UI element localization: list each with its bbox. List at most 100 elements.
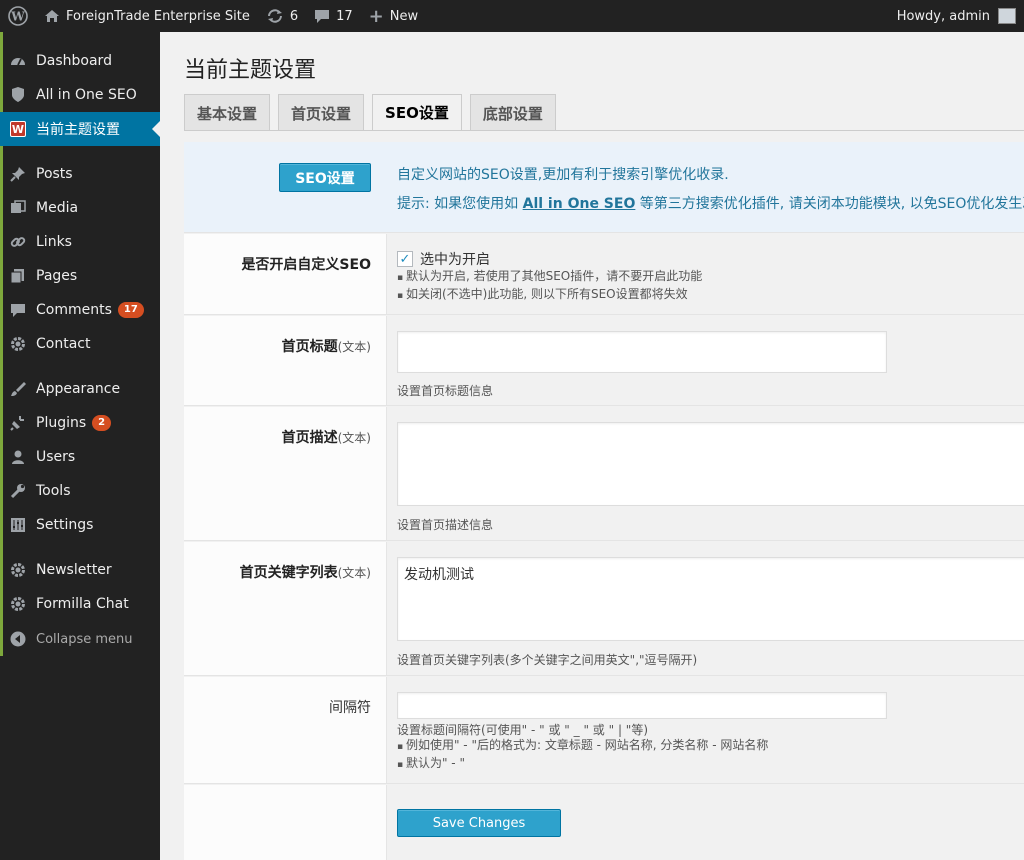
menu-item-media[interactable]: Media <box>0 191 160 225</box>
save-row: Save Changes <box>184 785 1024 860</box>
value-cell: 设置首页描述信息 <box>397 407 1024 540</box>
menu-item-pages[interactable]: Pages <box>0 259 160 293</box>
separator-note-2: 默认为" - " <box>397 755 768 773</box>
enable-seo-label: 是否开启自定义SEO <box>241 257 371 273</box>
tab-basic[interactable]: 基本设置 <box>184 94 271 131</box>
seo-section-button[interactable]: SEO设置 <box>279 163 371 192</box>
separator-input[interactable] <box>397 692 887 719</box>
settings-tabs: 基本设置 首页设置 SEO设置 底部设置 <box>184 94 564 131</box>
main-content: 当前主题设置 基本设置 首页设置 SEO设置 底部设置 SEO设置 自定义网站的… <box>160 32 1024 860</box>
menu-label: Appearance <box>36 381 121 397</box>
home-title-input[interactable] <box>397 331 887 373</box>
separator-notes: 例如使用" - "后的格式为: 文章标题 - 网站名称, 分类名称 - 网站名称… <box>397 737 768 773</box>
settings-icon <box>10 517 26 533</box>
section-intro-cell: 自定义网站的SEO设置,更加有利于搜索引擎优化收录. 提示: 如果您使用如 Al… <box>397 142 1024 232</box>
menu-item-links[interactable]: Links <box>0 225 160 259</box>
wrench-icon <box>10 483 26 499</box>
collapse-label: Collapse menu <box>36 631 133 647</box>
enable-note-2: 如关闭(不选中)此功能, 则以下所有SEO设置都将失效 <box>397 286 702 304</box>
home-description-textarea[interactable] <box>397 422 1024 506</box>
updates-link[interactable]: 6 <box>258 0 306 32</box>
keywords-textarea[interactable]: 发动机测试 <box>397 557 1024 641</box>
menu-label: Posts <box>36 166 73 182</box>
menu-item-newsletter[interactable]: Newsletter <box>0 553 160 587</box>
menu-item-theme-settings[interactable]: W 当前主题设置 <box>0 112 160 146</box>
label-suffix: (文本) <box>337 566 371 580</box>
menu-item-plugins[interactable]: Plugins 2 <box>0 406 160 440</box>
separator-row: 间隔符 设置标题间隔符(可使用" - " 或 " _ " 或 " | "等) 例… <box>184 677 1024 784</box>
label-cell: 首页描述(文本) <box>184 407 387 540</box>
hint-suffix: 等第三方搜索优化插件, 请关闭本功能模块, 以免SEO优化发生冲突 <box>635 196 1024 212</box>
enable-seo-row: 是否开启自定义SEO ✓ 选中为开启 默认为开启, 若使用了其他SEO插件，请不… <box>184 234 1024 315</box>
menu-label: Dashboard <box>36 53 112 69</box>
menu-item-all-in-one-seo[interactable]: All in One SEO <box>0 78 160 112</box>
menu-label: Pages <box>36 268 78 284</box>
menu-label: Contact <box>36 336 91 352</box>
menu-item-comments[interactable]: Comments 17 <box>0 293 160 327</box>
checkbox-label: 选中为开启 <box>420 252 490 268</box>
tab-footer[interactable]: 底部设置 <box>469 94 556 131</box>
label-text: 首页标题 <box>281 339 338 355</box>
menu-item-settings[interactable]: Settings <box>0 508 160 542</box>
keywords-desc: 设置首页关键字列表(多个关键字之间用英文","逗号隔开) <box>397 653 698 667</box>
separator-note-1: 例如使用" - "后的格式为: 文章标题 - 网站名称, 分类名称 - 网站名称 <box>397 737 768 755</box>
menu-item-contact[interactable]: Contact <box>0 327 160 361</box>
user-icon <box>10 449 26 465</box>
menu-item-dashboard[interactable]: Dashboard <box>0 44 160 78</box>
new-label: New <box>389 8 419 24</box>
menu-label: Newsletter <box>36 562 112 578</box>
label-cell: 首页关键字列表(文本) <box>184 542 387 675</box>
home-desc-desc: 设置首页描述信息 <box>397 518 494 532</box>
comments-count: 17 <box>336 8 353 24</box>
home-description-row: 首页描述(文本) 设置首页描述信息 <box>184 407 1024 541</box>
menu-label: Users <box>36 449 76 465</box>
tab-home[interactable]: 首页设置 <box>278 94 365 131</box>
menu-label: Comments <box>36 302 112 318</box>
value-cell: ✓ 选中为开启 默认为开启, 若使用了其他SEO插件，请不要开启此功能 如关闭(… <box>397 234 1024 314</box>
admin-bar: W ForeignTrade Enterprise Site 6 17 + Ne… <box>0 0 1024 32</box>
updates-count: 6 <box>289 8 299 24</box>
label-text: 首页关键字列表 <box>239 565 338 581</box>
dashboard-icon <box>10 53 26 69</box>
save-changes-button[interactable]: Save Changes <box>397 809 561 837</box>
menu-label: Links <box>36 234 72 250</box>
menu-label: Settings <box>36 517 94 533</box>
keywords-row: 首页关键字列表(文本) 发动机测试 设置首页关键字列表(多个关键字之间用英文",… <box>184 542 1024 676</box>
all-in-one-seo-link[interactable]: All in One SEO <box>523 196 636 212</box>
wordpress-logo-icon[interactable]: W <box>0 0 36 32</box>
collapse-menu-button[interactable]: Collapse menu <box>0 622 160 656</box>
enable-seo-checkbox[interactable]: ✓ <box>397 251 413 267</box>
pin-icon <box>10 166 26 182</box>
menu-item-tools[interactable]: Tools <box>0 474 160 508</box>
plus-icon: + <box>368 5 384 27</box>
value-cell: Save Changes <box>397 785 1024 860</box>
link-icon <box>10 234 26 250</box>
label-text: 首页描述 <box>281 430 338 446</box>
menu-item-appearance[interactable]: Appearance <box>0 372 160 406</box>
section-label-cell: SEO设置 <box>184 142 387 232</box>
tabs-divider <box>184 130 1024 131</box>
home-title-label: 首页标题(文本) <box>282 336 371 356</box>
menu-label: Media <box>36 200 79 216</box>
admin-side-menu: Dashboard All in One SEO W 当前主题设置 Posts … <box>0 32 160 860</box>
enable-note-1: 默认为开启, 若使用了其他SEO插件，请不要开启此功能 <box>397 268 702 286</box>
site-name-link[interactable]: ForeignTrade Enterprise Site <box>36 0 258 32</box>
new-content-link[interactable]: + New <box>361 0 426 32</box>
keywords-label: 首页关键字列表(文本) <box>240 562 371 582</box>
comments-link[interactable]: 17 <box>306 0 361 32</box>
menu-item-users[interactable]: Users <box>0 440 160 474</box>
label-cell: 是否开启自定义SEO <box>184 234 387 314</box>
account-menu[interactable]: Howdy, admin <box>889 0 1024 32</box>
shield-icon <box>10 87 26 103</box>
seo-intro-text: 自定义网站的SEO设置,更加有利于搜索引擎优化收录. <box>397 167 729 183</box>
menu-item-posts[interactable]: Posts <box>0 157 160 191</box>
value-cell: 设置标题间隔符(可使用" - " 或 " _ " 或 " | "等) 例如使用"… <box>397 677 1024 783</box>
tab-seo[interactable]: SEO设置 <box>372 94 462 131</box>
value-cell: 发动机测试 设置首页关键字列表(多个关键字之间用英文","逗号隔开) <box>397 542 1024 675</box>
plugin-icon <box>10 415 26 431</box>
howdy-text: Howdy, admin <box>896 8 990 24</box>
menu-item-formilla-chat[interactable]: Formilla Chat <box>0 587 160 621</box>
label-suffix: (文本) <box>337 340 371 354</box>
menu-label: Plugins <box>36 415 87 431</box>
site-name: ForeignTrade Enterprise Site <box>66 8 250 24</box>
